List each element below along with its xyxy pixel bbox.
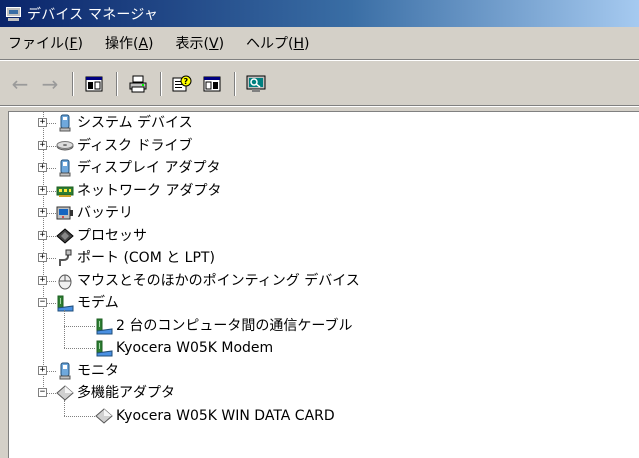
toolbar-separator [234, 71, 236, 96]
back-button[interactable]: ← [8, 72, 32, 96]
network-adapter-icon [56, 182, 74, 200]
tree-category[interactable]: + ネットワーク アダプタ [9, 180, 629, 202]
tree-connector [64, 400, 65, 416]
tree-category[interactable]: + マウスとそのほかのポインティング デバイス [9, 270, 629, 292]
toolbar-separator [116, 71, 118, 96]
tree-device[interactable]: Kyocera W05K Modem [9, 310, 629, 359]
svg-text:?: ? [184, 77, 189, 86]
expand-toggle[interactable]: + [38, 118, 47, 127]
tree-node-label: ポート (COM と LPT) [77, 250, 215, 266]
window-title: デバイス マネージャ [27, 6, 159, 23]
tree-node-label: ディスク ドライブ [77, 137, 193, 154]
expand-toggle[interactable]: + [38, 230, 47, 240]
tree-node-label: モデム [77, 295, 119, 311]
tree-node-label: ディスプレイ アダプタ [77, 160, 221, 176]
mouse-icon [56, 272, 74, 290]
expand-toggle[interactable]: + [38, 208, 47, 217]
tree-category[interactable]: + システム デバイス [9, 112, 629, 134]
multifunction-adapter-icon [95, 407, 113, 425]
title-bar[interactable]: デバイス マネージャ [0, 0, 639, 27]
tree-category[interactable]: + プロセッサ [9, 225, 629, 247]
tree-category[interactable]: − モデム [9, 292, 629, 314]
tree-node-label: Kyocera W05K WIN DATA CARD [116, 407, 335, 424]
tree-node-label: 2 台のコンピュータ間の通信ケーブル [116, 317, 353, 334]
menu-bar: ファイル(F) 操作(A) 表示(V) ヘルプ(H) [0, 27, 639, 60]
monitor-icon [56, 362, 74, 380]
print-button[interactable] [126, 72, 150, 96]
help-properties-icon: ? [172, 75, 192, 91]
toolbar-separator [160, 71, 162, 96]
expand-toggle[interactable]: + [38, 365, 47, 375]
tree-device[interactable]: Kyocera W05K WIN DATA CARD [9, 400, 629, 427]
port-icon [56, 249, 74, 267]
tree-node-label: 多機能アダプタ [77, 385, 175, 401]
tree-node-label: Kyocera W05K Modem [116, 340, 274, 356]
console-tree-icon [85, 76, 103, 91]
device-tree: + システム デバイス + ディスク ドライブ + ディスプレイ アダプタ + ネットワーク … [8, 111, 639, 458]
collapse-toggle[interactable]: − [38, 388, 47, 397]
expand-toggle[interactable]: + [38, 275, 47, 285]
toolbar: ← → ? [0, 62, 639, 106]
action-pane-button[interactable] [200, 72, 224, 96]
forward-button[interactable]: → [38, 72, 62, 96]
tree-category[interactable]: + バッテリ [9, 202, 629, 224]
tree-connector [64, 348, 95, 349]
tree-device[interactable]: 2 台のコンピュータ間の通信ケーブル [9, 310, 629, 337]
tree-connector [64, 310, 65, 348]
modem-icon [56, 294, 74, 312]
scan-hardware-button[interactable] [244, 72, 268, 96]
system-devices-icon [56, 114, 74, 132]
tree-category[interactable]: + ポート (COM と LPT) [9, 247, 629, 269]
tree-category[interactable]: + ディスク ドライブ [9, 135, 629, 157]
tree-connector [64, 415, 95, 417]
tree-node-label: モニタ [77, 362, 119, 379]
tree-category[interactable]: + ディスプレイ アダプタ [9, 157, 629, 179]
menu-file[interactable]: ファイル(F) [6, 31, 85, 55]
toolbar-separator [72, 71, 74, 96]
tree-connector [64, 325, 95, 327]
show-hide-console-tree-button[interactable] [82, 72, 106, 96]
tree-node-label: ネットワーク アダプタ [77, 182, 222, 199]
tree-category[interactable]: + モニタ [9, 360, 629, 382]
forward-arrow-icon: → [41, 71, 59, 96]
modem-icon [95, 317, 113, 335]
computer-icon [5, 6, 23, 22]
properties-help-button[interactable]: ? [170, 72, 194, 96]
tree-category[interactable]: − 多機能アダプタ [9, 382, 629, 404]
menu-view[interactable]: 表示(V) [174, 31, 227, 55]
action-pane-icon [203, 76, 221, 91]
expand-toggle[interactable]: + [38, 163, 47, 172]
modem-icon [95, 339, 113, 357]
multifunction-adapter-icon [56, 384, 74, 402]
expand-toggle[interactable]: + [38, 253, 47, 262]
tree-node-label: システム デバイス [77, 115, 193, 131]
device-manager-window: デバイス マネージャ ファイル(F) 操作(A) 表示(V) ヘルプ(H) ← … [0, 0, 639, 458]
tree-node-label: プロセッサ [77, 227, 147, 244]
printer-icon [129, 75, 147, 92]
menu-help[interactable]: ヘルプ(H) [244, 31, 311, 55]
expand-toggle[interactable]: + [38, 185, 47, 195]
display-adapter-icon [56, 159, 74, 177]
tree-node-label: バッテリ [77, 205, 133, 221]
disk-drive-icon [56, 137, 74, 155]
scan-hardware-icon [246, 75, 266, 92]
menu-action[interactable]: 操作(A) [103, 31, 156, 55]
battery-icon [56, 204, 74, 222]
back-arrow-icon: ← [11, 71, 29, 96]
collapse-toggle[interactable]: − [38, 298, 47, 307]
tree-node-label: マウスとそのほかのポインティング デバイス [77, 272, 360, 289]
expand-toggle[interactable]: + [38, 140, 47, 150]
processor-icon [56, 227, 74, 245]
